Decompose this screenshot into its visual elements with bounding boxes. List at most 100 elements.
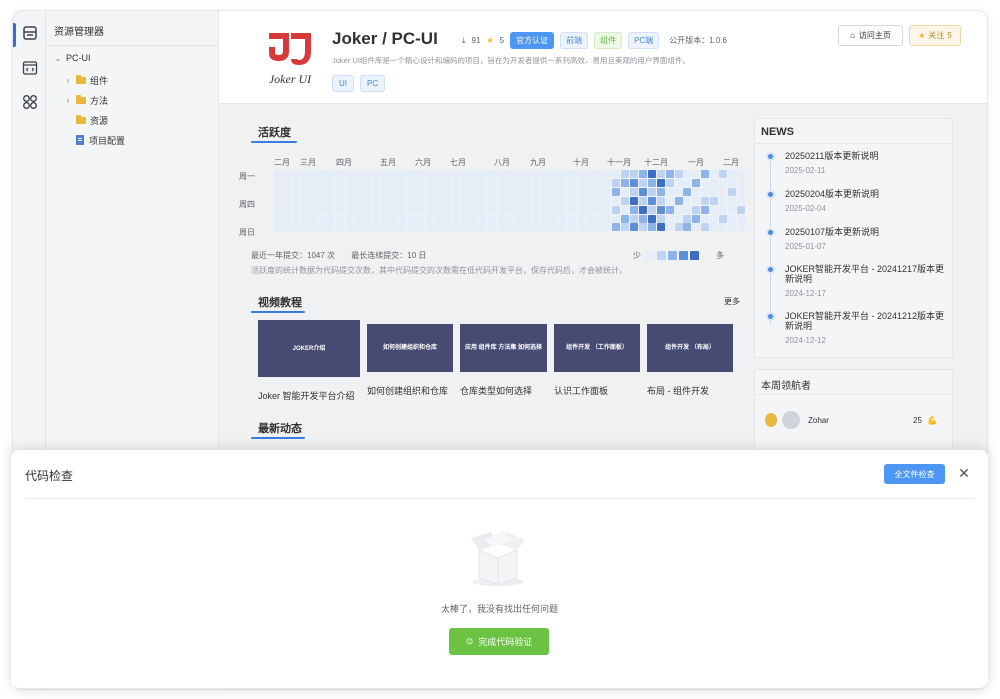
- month-label: 十月: [573, 158, 589, 167]
- heatmap-cell: [736, 214, 745, 223]
- heatmap-cell: [594, 223, 603, 232]
- heatmap-cell: [567, 170, 576, 178]
- heatmap-cell: [558, 196, 567, 205]
- components-icon[interactable]: [20, 92, 40, 112]
- tree-item-resources[interactable]: 资源: [72, 111, 108, 129]
- news-item-title[interactable]: JOKER智能开发平台 - 20241212版本更新说明: [785, 311, 945, 331]
- video-thumbnail[interactable]: 组件开发 （布局）: [647, 324, 733, 372]
- heatmap-cell: [621, 223, 630, 232]
- activity-note: 活跃度的统计数据为代码提交次数，其中代码提交的次数需在低代码开发平台，保存代码后…: [251, 266, 627, 275]
- close-icon[interactable]: ✕: [957, 464, 971, 482]
- tag-component: 组件: [594, 32, 623, 49]
- heatmap-cell: [371, 214, 380, 223]
- heatmap-cell: [291, 214, 300, 223]
- heatmap-cell: [603, 178, 612, 187]
- video-caption[interactable]: 仓库类型如何选择: [460, 384, 532, 397]
- heatmap-cell: [701, 205, 710, 214]
- video-thumbnail[interactable]: JOKER介绍: [258, 320, 360, 377]
- heatmap-cell: [496, 205, 505, 214]
- heatmap-cell: [452, 170, 460, 178]
- heatmap-cell: [327, 178, 336, 187]
- tree-item-config[interactable]: 项目配置: [72, 131, 125, 149]
- heatmap-cell: [532, 178, 541, 187]
- videos-more-link[interactable]: 更多: [724, 296, 740, 307]
- video-caption[interactable]: 认识工作面板: [554, 384, 608, 397]
- explorer-title: 资源管理器: [54, 27, 104, 38]
- video-caption[interactable]: Joker 智能开发平台介绍: [258, 389, 355, 402]
- news-item-title[interactable]: 20250204版本更新说明: [785, 189, 945, 199]
- video-thumb-text: 如何创建组织和仓库: [382, 345, 437, 351]
- heatmap-cell: [514, 223, 523, 232]
- tree-item-methods[interactable]: › 方法: [64, 91, 108, 109]
- heatmap-cell: [549, 170, 558, 178]
- video-caption[interactable]: 布局 - 组件开发: [647, 384, 709, 397]
- heatmap-cell: [567, 187, 576, 196]
- heatmap-cell: [443, 187, 452, 196]
- heatmap-cell: [398, 178, 407, 187]
- heatmap-cell: [727, 214, 736, 223]
- legend-swatch: [646, 251, 655, 260]
- heatmap-cell: [318, 187, 327, 196]
- heatmap-cell: [558, 205, 567, 214]
- video-thumb-text: 应用 组件库 方法集 如何选择: [464, 345, 542, 351]
- news-item-title[interactable]: JOKER智能开发平台 - 20241217版本更新说明: [785, 264, 945, 284]
- visit-homepage-button[interactable]: ⌂ 访问主页: [838, 25, 903, 46]
- heatmap-cell: [549, 205, 558, 214]
- heatmap-cell: [576, 187, 585, 196]
- heatmap-cell: [532, 205, 541, 214]
- explorer-icon[interactable]: [20, 23, 40, 43]
- config-file-icon: [76, 135, 84, 145]
- heatmap-cell: [443, 223, 452, 232]
- heatmap-cell: [291, 205, 300, 214]
- heatmap-cell: [656, 170, 665, 178]
- heatmap-cell: [585, 170, 594, 178]
- heatmap-cell: [363, 170, 371, 178]
- heatmap-cell: [309, 223, 318, 232]
- heatmap-cell: [291, 170, 300, 178]
- video-thumbnail[interactable]: 组件开发 （工作面板）: [554, 324, 640, 372]
- heatmap-cell: [594, 178, 603, 187]
- heatmap-cell: [505, 205, 514, 214]
- heatmap-cell: [656, 187, 665, 196]
- finish-verification-button[interactable]: ⊙ 完成代码验证: [449, 628, 549, 655]
- divider: [754, 143, 953, 144]
- month-label: 十一月: [607, 158, 631, 167]
- heatmap-cell: [469, 214, 478, 223]
- visit-homepage-label: 访问主页: [858, 31, 891, 40]
- heatmap-cell: [425, 223, 434, 232]
- heatmap-cell: [532, 170, 541, 178]
- heatmap-cell: [407, 205, 416, 214]
- heatmap-cell: [336, 170, 345, 178]
- leader-row[interactable]: Zohar 25 💪: [765, 411, 937, 429]
- heatmap-cell: [291, 223, 300, 232]
- heatmap-cell: [398, 223, 407, 232]
- legend-swatch: [679, 251, 688, 260]
- heatmap-cell: [523, 178, 532, 187]
- heatmap-cell: [425, 170, 434, 178]
- heatmap-cell: [478, 223, 487, 232]
- news-item-date: 2024-12-12: [785, 336, 826, 345]
- news-item-date: 2025-02-11: [785, 166, 826, 175]
- video-thumbnail[interactable]: 如何创建组织和仓库: [367, 324, 453, 372]
- heatmap-cell: [327, 170, 336, 178]
- tree-root[interactable]: ⌄ PC-UI: [54, 49, 91, 67]
- code-icon[interactable]: [20, 58, 40, 78]
- heatmap-cell: [523, 205, 532, 214]
- heatmap-cell: [523, 214, 532, 223]
- heatmap-cell: [541, 214, 549, 223]
- heatmap-cell: [567, 223, 576, 232]
- video-caption[interactable]: 如何创建组织和仓库: [367, 384, 448, 397]
- heatmap-cell: [460, 214, 469, 223]
- heatmap-cell: [683, 170, 692, 178]
- check-all-files-button[interactable]: 全文件检查: [884, 464, 945, 484]
- heatmap-cell: [443, 205, 452, 214]
- video-thumbnail[interactable]: 应用 组件库 方法集 如何选择: [460, 324, 547, 372]
- news-item-title[interactable]: 20250211版本更新说明: [785, 151, 945, 161]
- heatmap-cell: [496, 187, 505, 196]
- follow-button[interactable]: ★ 关注 5: [909, 25, 961, 46]
- heatmap-cell: [478, 196, 487, 205]
- heatmap-cell: [274, 196, 282, 205]
- news-item-title[interactable]: 20250107版本更新说明: [785, 227, 945, 237]
- tree-item-components[interactable]: › 组件: [64, 71, 108, 89]
- legend-more: 多: [716, 251, 724, 260]
